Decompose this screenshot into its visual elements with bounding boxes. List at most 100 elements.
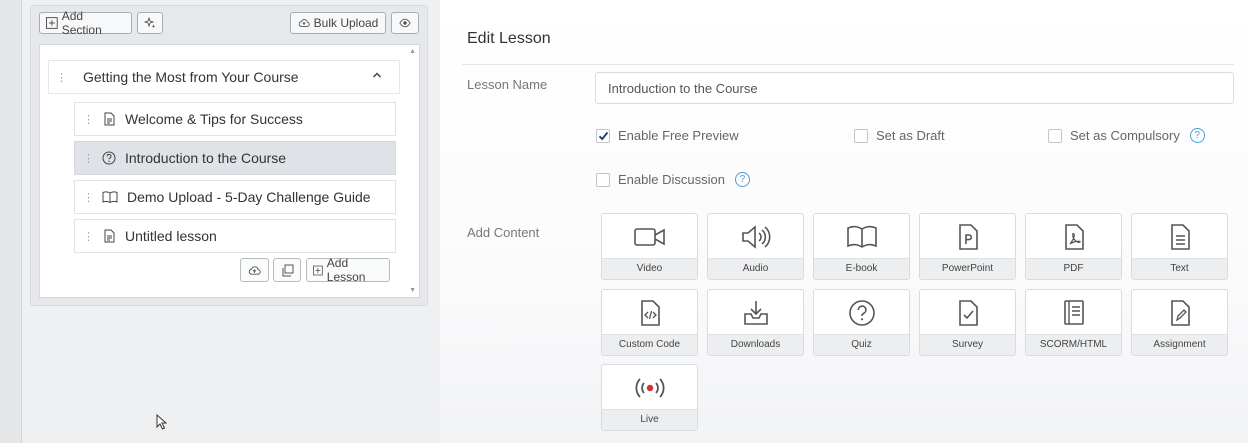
content-tile-label: Assignment [1132,334,1227,355]
discussion-label: Enable Discussion [618,172,725,187]
chevron-up-icon[interactable] [372,71,382,79]
preview-button[interactable] [391,12,419,34]
scroll-up-arrow[interactable]: ▲ [409,48,416,55]
checkbox-checked[interactable] [596,128,610,143]
duplicate-lesson-button[interactable] [273,258,301,282]
lesson-item[interactable]: ⋮ Demo Upload - 5-Day Challenge Guide [74,180,396,214]
curriculum-panel: Add Section Bulk Upload ▲ ▼ ⋮ Getting th… [30,5,428,306]
video-camera-icon [633,228,665,246]
checkbox-unchecked[interactable] [596,172,610,187]
lesson-list[interactable]: ▲ ▼ ⋮ Getting the Most from Your Course … [39,44,420,298]
compulsory-checkbox[interactable]: Set as Compulsory ? [1048,128,1205,143]
plus-square-icon [313,265,323,275]
mouse-cursor-icon [156,414,168,430]
book-icon [101,189,119,205]
text-file-icon [1170,224,1190,250]
content-tile-label: Quiz [814,334,909,355]
bulk-upload-label: Bulk Upload [313,16,379,30]
content-tile-survey[interactable]: Survey [919,289,1016,356]
cloud-upload-icon [248,265,261,275]
add-content-label: Add Content [467,225,540,240]
content-tile-label: Survey [920,334,1015,355]
help-icon[interactable]: ? [1189,128,1205,143]
live-broadcast-icon [635,378,664,398]
lesson-title: Introduction to the Course [125,150,287,166]
compulsory-label: Set as Compulsory [1070,128,1180,143]
free-preview-checkbox[interactable]: Enable Free Preview [596,128,739,143]
add-lesson-button[interactable]: Add Lesson [306,256,390,284]
code-file-icon [640,300,660,326]
document-icon [101,228,117,244]
drag-handle-icon[interactable]: ⋮ [49,71,73,84]
free-preview-label: Enable Free Preview [618,128,739,143]
content-tile-assignment[interactable]: Assignment [1131,289,1228,356]
add-section-label: Add Section [61,9,102,37]
lesson-name-input[interactable] [595,72,1234,104]
window-edge [0,0,22,443]
checkbox-unchecked[interactable] [1048,128,1062,143]
assignment-file-icon [1170,300,1190,326]
lesson-item[interactable]: ⋮ Untitled lesson [74,219,396,253]
content-tile-label: Custom Code [602,334,697,355]
download-tray-icon [743,301,768,325]
content-tile-label: Video [602,258,697,279]
edit-lesson-panel: Edit Lesson Lesson Name Enable Free Prev… [440,0,1248,443]
speaker-icon [741,225,770,249]
question-circle-icon [848,300,875,326]
add-section-button[interactable]: Add Section [39,9,132,37]
lesson-title: Demo Upload - 5-Day Challenge Guide [127,189,371,205]
divider [462,64,1234,65]
content-tile-label: SCORM/HTML [1026,334,1121,355]
content-tile-label: Audio [708,258,803,279]
content-tile-ebook[interactable]: E-book [813,213,910,280]
content-tile-label: Live [602,409,697,430]
content-tile-audio[interactable]: Audio [707,213,804,280]
document-icon [101,111,117,127]
content-tile-quiz[interactable]: Quiz [813,289,910,356]
content-tile-label: E-book [814,258,909,279]
help-icon[interactable]: ? [734,172,750,187]
lesson-item-active[interactable]: ⋮ Introduction to the Course [74,141,396,175]
upload-lesson-button[interactable] [240,258,269,282]
checkbox-unchecked[interactable] [854,128,868,143]
pdf-file-icon [1064,224,1084,250]
content-tile-pdf[interactable]: PDF [1025,213,1122,280]
content-tile-label: PDF [1026,258,1121,279]
copy-icon [282,264,293,276]
cloud-upload-icon [298,19,310,27]
content-tile-label: PowerPoint [920,258,1015,279]
lesson-title: Untitled lesson [125,228,217,244]
page-title: Edit Lesson [467,30,551,47]
discussion-checkbox[interactable]: Enable Discussion ? [596,172,750,187]
book-icon [846,225,877,248]
content-tile-live[interactable]: Live [601,364,698,431]
powerpoint-file-icon [958,224,978,250]
drag-handle-icon[interactable]: ⋮ [75,152,101,165]
drag-handle-icon[interactable]: ⋮ [75,191,101,204]
question-circle-icon [101,150,117,166]
scorm-package-icon [1063,300,1084,325]
ai-sparkle-button[interactable] [137,12,163,34]
lesson-item[interactable]: ⋮ Welcome & Tips for Success [74,102,396,136]
plus-square-icon [46,17,58,29]
content-tile-scorm[interactable]: SCORM/HTML [1025,289,1122,356]
content-tile-label: Downloads [708,334,803,355]
content-tile-powerpoint[interactable]: PowerPoint [919,213,1016,280]
bulk-upload-button[interactable]: Bulk Upload [290,12,386,34]
draft-label: Set as Draft [876,128,945,143]
lesson-title: Welcome & Tips for Success [125,111,303,127]
lesson-name-label: Lesson Name [467,77,548,92]
scroll-down-arrow[interactable]: ▼ [409,287,416,294]
eye-icon [399,18,411,28]
draft-checkbox[interactable]: Set as Draft [854,128,945,143]
content-tile-custom-code[interactable]: Custom Code [601,289,698,356]
content-tile-downloads[interactable]: Downloads [707,289,804,356]
section-header[interactable]: ⋮ Getting the Most from Your Course [48,60,400,94]
drag-handle-icon[interactable]: ⋮ [75,113,101,126]
content-tile-text[interactable]: Text [1131,213,1228,280]
check-icon [598,131,608,140]
survey-file-icon [958,300,978,326]
content-tile-video[interactable]: Video [601,213,698,280]
drag-handle-icon[interactable]: ⋮ [75,230,101,243]
content-tile-label: Text [1132,258,1227,279]
